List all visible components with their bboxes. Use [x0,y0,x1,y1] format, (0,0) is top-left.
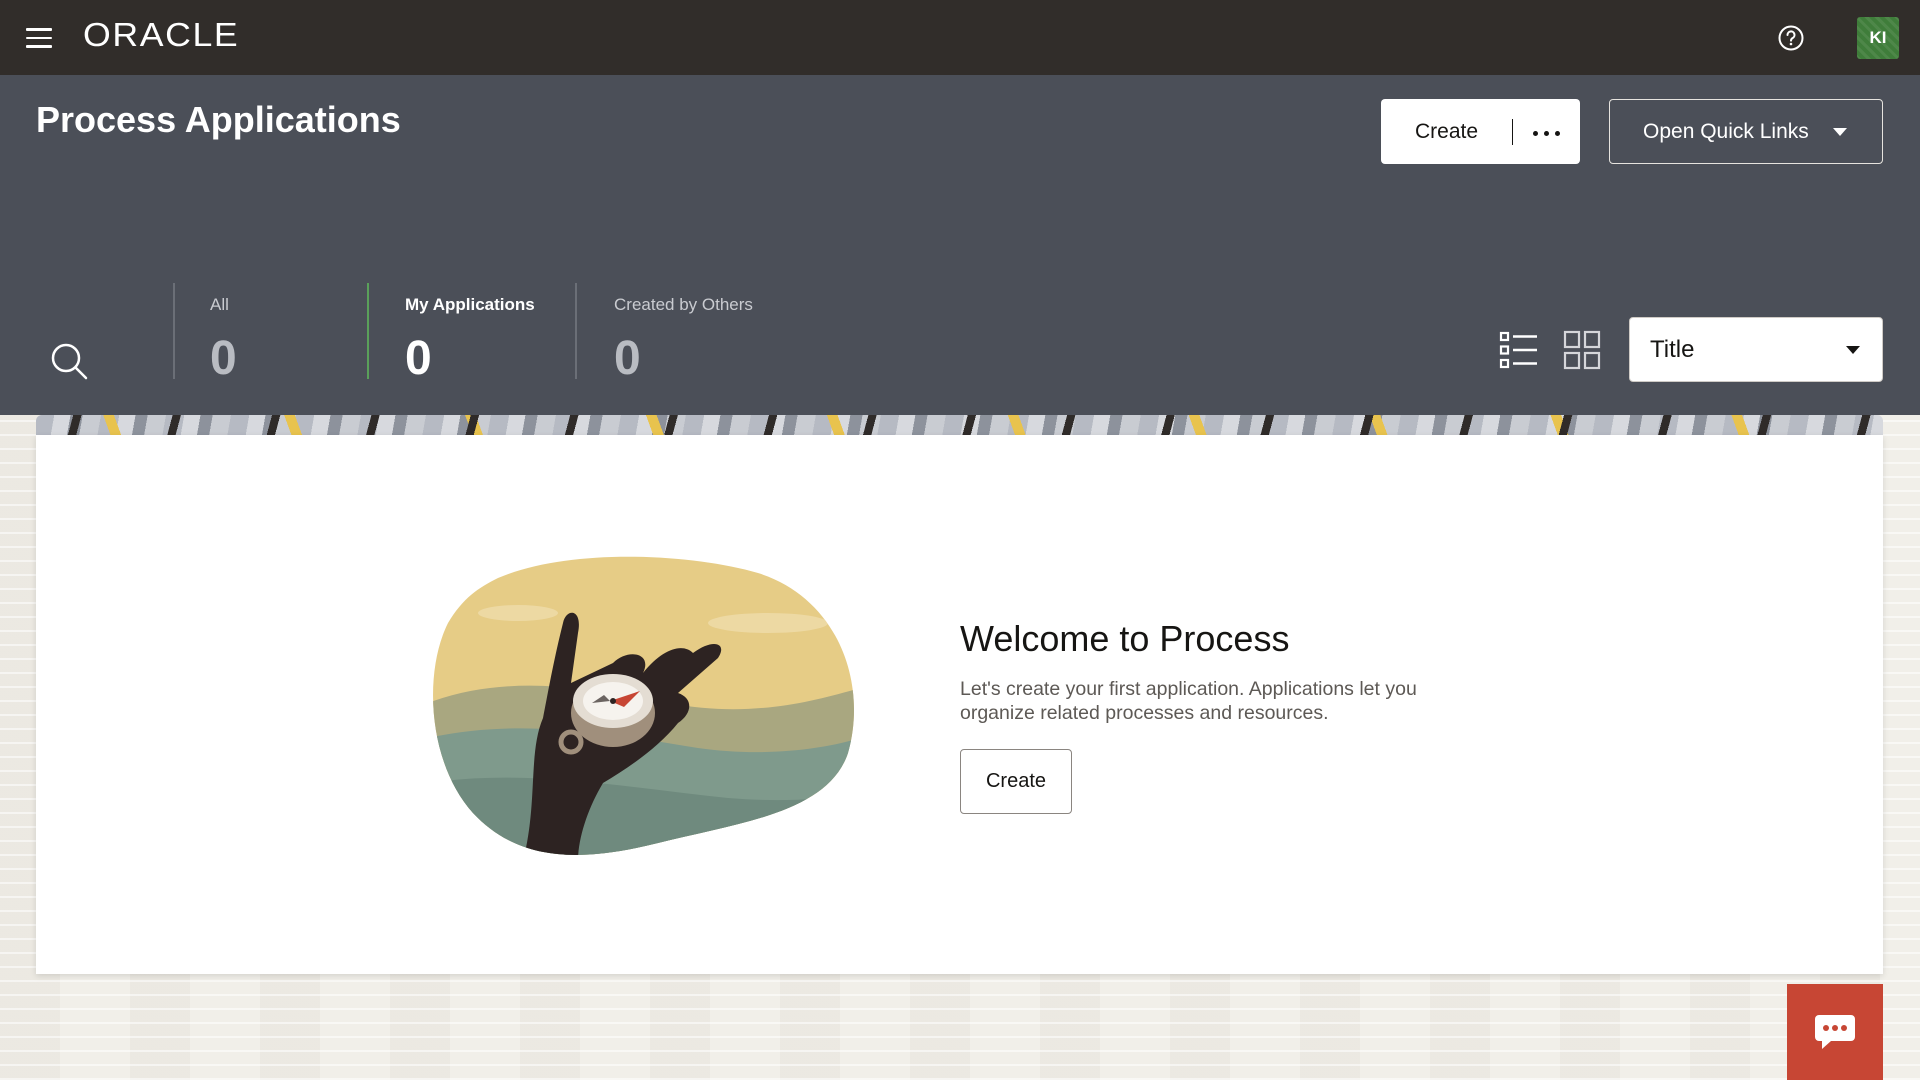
create-split-button: Create [1381,99,1580,164]
stat-filter-created-by-others[interactable]: Created by Others 0 [575,283,815,385]
quick-links-label: Open Quick Links [1643,119,1809,143]
page-header: Process Applications Create Open Quick L… [0,75,1920,415]
stat-filter-my-applications[interactable]: My Applications 0 [367,283,575,385]
chevron-down-icon [1846,345,1860,354]
user-avatar[interactable]: KI [1857,17,1899,59]
top-bar: ORACLE KI [0,0,1920,75]
help-circle-icon[interactable] [1777,24,1805,52]
hamburger-menu-icon[interactable] [26,28,52,48]
page-title: Process Applications [36,99,401,140]
welcome-description: Let's create your first application. App… [960,678,1417,724]
stat-count: 0 [405,332,432,385]
stat-count: 0 [614,332,641,385]
chat-bubble-icon [1815,1015,1855,1049]
oracle-logo[interactable]: ORACLE [83,16,239,54]
stat-divider [173,283,175,379]
stat-filter-all[interactable]: All 0 [173,283,368,385]
stat-selected-indicator [367,283,369,379]
welcome-create-button[interactable]: Create [960,749,1072,814]
grid-view-icon[interactable] [1563,330,1601,370]
create-button[interactable]: Create [1381,99,1512,164]
chat-button[interactable] [1787,984,1883,1080]
more-options-button[interactable] [1513,99,1580,164]
open-quick-links-button[interactable]: Open Quick Links [1609,99,1883,164]
stat-label: All [210,295,229,314]
stat-label: My Applications [405,295,535,314]
stat-label: Created by Others [614,295,753,314]
stat-divider [575,283,577,379]
search-icon[interactable] [48,340,90,382]
welcome-title: Welcome to Process [960,618,1290,659]
sort-value: Title [1650,335,1695,363]
welcome-card: Welcome to Process Let's create your fir… [36,435,1883,974]
chevron-down-icon [1832,127,1847,136]
list-view-icon[interactable] [1499,330,1539,370]
sort-by-select[interactable]: Title [1629,317,1883,382]
decorative-banner-stripe [36,415,1883,435]
stat-count: 0 [210,332,237,385]
hand-holding-compass-illustration [433,556,855,855]
more-dots-icon [1530,123,1563,141]
